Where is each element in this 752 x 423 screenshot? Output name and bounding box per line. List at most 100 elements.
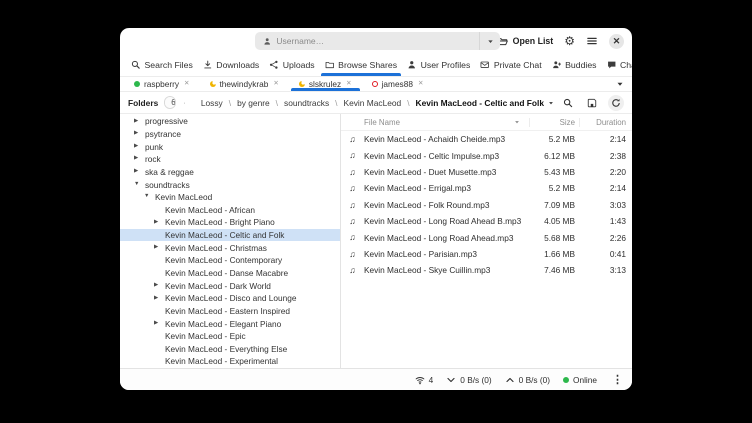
tab-close-icon[interactable]: ✕ xyxy=(272,81,278,88)
table-row[interactable]: ♫Kevin MacLeod - Skye Cuillin.mp37.46 MB… xyxy=(341,262,632,278)
online-status-icon xyxy=(134,81,140,87)
expander-collapsed-icon[interactable]: ▶ xyxy=(134,144,145,150)
table-row[interactable]: ♫Kevin MacLeod - Parisian.mp31.66 MB0:41 xyxy=(341,246,632,262)
tab-private-chat[interactable]: Private Chat xyxy=(475,54,546,76)
expander-collapsed-icon[interactable]: ▶ xyxy=(154,296,165,302)
tab-buddies[interactable]: Buddies xyxy=(547,54,602,76)
user-tab-thewindykrab[interactable]: thewindykrab✕ xyxy=(200,77,289,91)
refresh-button[interactable] xyxy=(608,95,624,111)
music-note-icon: ♫ xyxy=(341,217,364,226)
refresh-icon xyxy=(611,98,621,108)
tree-item[interactable]: ▶Kevin MacLeod - Bright Piano xyxy=(120,216,340,229)
hamburger-menu-icon[interactable] xyxy=(586,35,598,47)
username-dropdown-button[interactable] xyxy=(479,32,500,50)
user-tab-raspberry[interactable]: raspberry✕ xyxy=(124,77,200,91)
username-input[interactable] xyxy=(276,36,471,46)
tree-item[interactable]: ▶punk xyxy=(120,140,340,153)
upload-rate[interactable]: 0 B/s (0) xyxy=(505,375,550,385)
tree-item[interactable]: ▼Kevin MacLeod xyxy=(120,191,340,204)
expander-expanded-icon[interactable]: ▼ xyxy=(134,182,145,188)
save-list-button[interactable] xyxy=(584,95,600,111)
file-size-cell: 1.66 MB xyxy=(529,249,579,259)
user-tab-slskrulez[interactable]: slskrulez ✕ xyxy=(289,77,362,91)
tree-item[interactable]: Kevin MacLeod - Epic xyxy=(120,330,340,343)
column-header-duration[interactable]: Duration xyxy=(579,118,632,127)
column-header-size[interactable]: Size xyxy=(529,118,579,127)
user-tab-label: slskrulez xyxy=(309,79,341,89)
file-list-panel: File Name Size Duration ♫Kevin MacLeod -… xyxy=(341,114,632,368)
open-list-button[interactable]: Open List xyxy=(497,36,554,47)
tree-item[interactable]: ▶psytrance xyxy=(120,128,340,141)
tree-item[interactable]: Kevin MacLeod - Celtic and Folk xyxy=(120,229,340,242)
breadcrumb-current-label: Kevin MacLeod - Celtic and Folk xyxy=(416,98,544,108)
table-row[interactable]: ♫Kevin MacLeod - Long Road Ahead B.mp34.… xyxy=(341,213,632,229)
expander-collapsed-icon[interactable]: ▶ xyxy=(154,283,165,289)
expander-collapsed-icon[interactable]: ▶ xyxy=(154,220,165,226)
tab-overflow-dropdown-icon[interactable] xyxy=(616,80,624,88)
username-field[interactable] xyxy=(255,32,479,50)
tree-item[interactable]: Kevin MacLeod - Everything Else xyxy=(120,343,340,356)
gear-icon[interactable]: ⚙ xyxy=(564,35,575,47)
expander-collapsed-icon[interactable]: ▶ xyxy=(134,119,145,125)
tree-item[interactable]: Kevin MacLeod - African xyxy=(120,203,340,216)
breadcrumb-item[interactable]: Lossy xyxy=(201,98,223,108)
file-size-cell: 5.2 MB xyxy=(529,183,579,193)
user-tab-james88[interactable]: james88✕ xyxy=(362,77,434,91)
expander-collapsed-icon[interactable]: ▶ xyxy=(134,169,145,175)
expander-collapsed-icon[interactable]: ▶ xyxy=(134,156,145,162)
tree-item[interactable]: ▶Kevin MacLeod - Disco and Lounge xyxy=(120,292,340,305)
breadcrumb-item[interactable]: Kevin MacLeod xyxy=(343,98,401,108)
download-icon xyxy=(203,60,213,70)
tab-search-files[interactable]: Search Files xyxy=(126,54,198,76)
table-row[interactable]: ♫Kevin MacLeod - Long Road Ahead.mp35.68… xyxy=(341,229,632,245)
open-list-label: Open List xyxy=(513,36,554,46)
table-row[interactable]: ♫Kevin MacLeod - Celtic Impulse.mp36.12 … xyxy=(341,147,632,163)
music-note-icon: ♫ xyxy=(341,135,364,144)
expander-expanded-icon[interactable]: ▼ xyxy=(144,194,155,200)
file-duration-cell: 3:03 xyxy=(579,200,632,210)
tree-item[interactable]: ▶rock xyxy=(120,153,340,166)
breadcrumb-current[interactable]: Kevin MacLeod - Celtic and Folk xyxy=(416,98,554,108)
tree-item[interactable]: ▶Kevin MacLeod - Christmas xyxy=(120,241,340,254)
table-row[interactable]: ♫Kevin MacLeod - Duet Musette.mp35.43 MB… xyxy=(341,164,632,180)
tree-item[interactable]: ▶ska & reggae xyxy=(120,166,340,179)
tab-user-profiles[interactable]: User Profiles xyxy=(402,54,475,76)
file-name-header-label: File Name xyxy=(364,118,400,127)
table-row[interactable]: ♫Kevin MacLeod - Folk Round.mp37.09 MB3:… xyxy=(341,197,632,213)
away-status-icon xyxy=(299,81,305,87)
expander-collapsed-icon[interactable]: ▶ xyxy=(134,131,145,137)
tab-close-icon[interactable]: ✕ xyxy=(345,81,351,88)
breadcrumb-item[interactable]: by genre xyxy=(237,98,270,108)
tree-item[interactable]: ▶progressive xyxy=(120,115,340,128)
chevron-up-icon xyxy=(505,375,515,385)
tab-uploads[interactable]: Uploads xyxy=(264,54,319,76)
tab-close-icon[interactable]: ✕ xyxy=(183,81,189,88)
column-header-file-name[interactable]: File Name xyxy=(341,118,529,127)
tab-downloads[interactable]: Downloads xyxy=(198,54,264,76)
expand-all-icon[interactable] xyxy=(184,98,185,108)
download-rate[interactable]: 0 B/s (0) xyxy=(446,375,491,385)
table-row[interactable]: ♫Kevin MacLeod - Errigal.mp35.2 MB2:14 xyxy=(341,180,632,196)
tree-item[interactable]: ▶Kevin MacLeod - Dark World xyxy=(120,279,340,292)
tab-chat-rooms[interactable]: Chat Rooms xyxy=(602,54,632,76)
expander-collapsed-icon[interactable]: ▶ xyxy=(154,245,165,251)
tree-item[interactable]: Kevin MacLeod - Experimental xyxy=(120,355,340,368)
search-icon xyxy=(131,60,141,70)
tree-item[interactable]: Kevin MacLeod - Eastern Inspired xyxy=(120,305,340,318)
tab-browse-shares[interactable]: Browse Shares xyxy=(320,54,402,76)
kebab-menu-icon[interactable]: ⋮ xyxy=(610,373,625,386)
search-folder-button[interactable] xyxy=(560,95,576,111)
tree-item[interactable]: Kevin MacLeod - Contemporary xyxy=(120,254,340,267)
tree-item[interactable]: ▶Kevin MacLeod - Elegant Piano xyxy=(120,317,340,330)
close-button[interactable]: ✕ xyxy=(609,34,624,49)
tree-item[interactable]: Kevin MacLeod - Danse Macabre xyxy=(120,267,340,280)
breadcrumb-item[interactable]: soundtracks xyxy=(284,98,329,108)
person-icon xyxy=(263,37,271,46)
table-row[interactable]: ♫Kevin MacLeod - Achaidh Cheide.mp35.2 M… xyxy=(341,131,632,147)
user-tab-label: thewindykrab xyxy=(220,79,269,89)
tree-item[interactable]: ▼soundtracks xyxy=(120,178,340,191)
tree-item-label: Kevin MacLeod - Everything Else xyxy=(165,344,287,354)
expander-collapsed-icon[interactable]: ▶ xyxy=(154,321,165,327)
tab-close-icon[interactable]: ✕ xyxy=(417,81,423,88)
file-duration-cell: 1:43 xyxy=(579,216,632,226)
